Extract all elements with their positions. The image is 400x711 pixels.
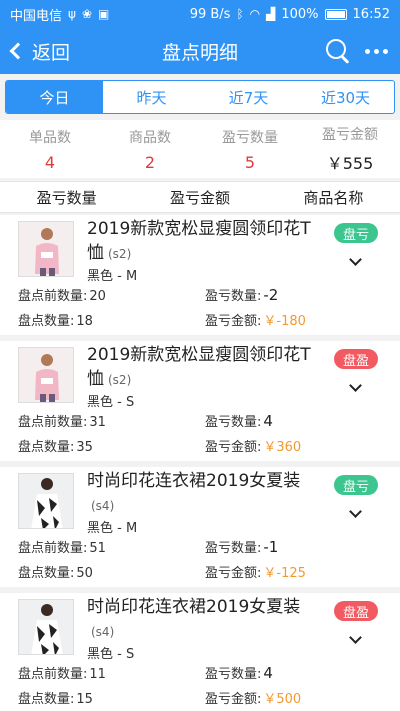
tab-last-30-days[interactable]: 近30天 <box>297 81 394 113</box>
after-qty: 盘点数量: 35 <box>18 440 93 455</box>
tab-last-7-days[interactable]: 近7天 <box>200 81 297 113</box>
summary-label: 盈亏金额 <box>322 127 378 143</box>
product-spec: 黑色 - M <box>87 521 138 536</box>
list-item[interactable]: 时尚印花连衣裙2019女夏装 (s4) 黑色 - M 盘亏 盘点前数量: 51 盘点… <box>0 467 400 587</box>
inventory-list: 2019新款宽松显瘦圆领印花T恤 (s2) 黑色 - M 盘亏 盘点前数量: 20 … <box>0 215 400 711</box>
product-image <box>18 599 74 655</box>
wifi-icon: ◠ <box>249 7 261 21</box>
diff-amount: 盈亏金额: ￥-180 <box>205 314 306 329</box>
battery-icon <box>324 8 347 20</box>
product-image <box>18 473 74 529</box>
back-label: 返回 <box>32 41 71 64</box>
search-icon[interactable] <box>325 38 351 64</box>
product-spec: 黑色 - S <box>87 395 135 410</box>
product-image <box>18 347 74 403</box>
clock: 16:52 <box>352 6 390 22</box>
chevron-left-icon <box>9 42 27 60</box>
network-speed: 99 B/s <box>189 6 231 22</box>
summary-value: ￥555 <box>326 154 374 173</box>
summary-value: 4 <box>44 152 56 172</box>
summary-sku-count: 单品数 4 <box>0 120 100 178</box>
diff-qty: 盈亏数量: -2 <box>205 286 279 304</box>
date-range-tabs: 今日 昨天 近7天 近30天 <box>5 80 395 114</box>
nav-bar: 返回 盘点明细 <box>0 28 400 74</box>
after-qty: 盘点数量: 50 <box>18 566 93 581</box>
before-qty: 盘点前数量: 31 <box>18 415 106 430</box>
summary-diff-amount: 盈亏金额 ￥555 <box>300 120 400 178</box>
sort-by-product-name[interactable]: 商品名称 <box>267 182 400 212</box>
list-item[interactable]: 2019新款宽松显瘦圆领印花T恤 (s2) 黑色 - S 盘盈 盘点前数量: 31 … <box>0 341 400 461</box>
list-item[interactable]: 2019新款宽松显瘦圆领印花T恤 (s2) 黑色 - M 盘亏 盘点前数量: 20 … <box>0 215 400 335</box>
before-qty: 盘点前数量: 11 <box>18 667 106 682</box>
product-name: 时尚印花连衣裙2019女夏装 (s4) <box>87 597 301 639</box>
summary-diff-qty: 盈亏数量 5 <box>200 120 300 178</box>
summary-panel: 单品数 4 商品数 2 盈亏数量 5 盈亏金额 ￥555 <box>0 120 400 178</box>
summary-value: 5 <box>244 152 256 172</box>
diff-qty: 盈亏数量: -1 <box>205 538 279 556</box>
product-spec: 黑色 - S <box>87 647 135 662</box>
diff-amount: 盈亏金额: ￥360 <box>205 440 302 455</box>
list-item[interactable]: 时尚印花连衣裙2019女夏装 (s4) 黑色 - S 盘盈 盘点前数量: 11 盘点… <box>0 593 400 711</box>
huawei-icon: ❀ <box>81 7 92 21</box>
battery-percent: 100% <box>281 6 319 22</box>
diff-qty: 盈亏数量: 4 <box>205 664 273 682</box>
sort-by-diff-amount[interactable]: 盈亏金额 <box>133 182 266 212</box>
product-code: (s2) <box>108 247 132 261</box>
product-spec: 黑色 - M <box>87 269 138 284</box>
status-badge: 盘盈 <box>334 349 378 369</box>
diff-amount: 盈亏金额: ￥-125 <box>205 566 306 581</box>
diff-amount: 盈亏金额: ￥500 <box>205 692 302 707</box>
summary-label: 商品数 <box>129 129 171 146</box>
diff-qty: 盈亏数量: 4 <box>205 412 273 430</box>
message-icon: ▣ <box>98 7 110 21</box>
chevron-down-icon[interactable] <box>349 253 362 266</box>
sort-bar: 盈亏数量 盈亏金额 商品名称 <box>0 181 400 213</box>
status-badge: 盘亏 <box>334 223 378 243</box>
bluetooth-icon: ᛒ <box>236 7 244 21</box>
status-badge: 盘亏 <box>334 475 378 495</box>
sort-by-diff-qty[interactable]: 盈亏数量 <box>0 182 133 212</box>
product-name: 时尚印花连衣裙2019女夏装 (s4) <box>87 471 301 513</box>
carrier-label: 中国电信 <box>10 8 63 24</box>
usb-icon: ψ <box>68 7 76 21</box>
signal-icon: ▟ <box>266 7 276 21</box>
tab-today[interactable]: 今日 <box>6 81 103 113</box>
after-qty: 盘点数量: 15 <box>18 692 93 707</box>
product-name: 2019新款宽松显瘦圆领印花T恤 (s2) <box>87 345 311 389</box>
summary-label: 盈亏数量 <box>222 129 278 146</box>
product-code: (s4) <box>91 625 115 639</box>
chevron-down-icon[interactable] <box>349 379 362 392</box>
product-name: 2019新款宽松显瘦圆领印花T恤 (s2) <box>87 219 311 263</box>
summary-label: 单品数 <box>29 129 71 146</box>
status-bar: 中国电信 ψ ❀ ▣ 99 B/s ᛒ ◠ ▟ 100% 16:52 <box>0 0 400 28</box>
tab-yesterday[interactable]: 昨天 <box>103 81 200 113</box>
before-qty: 盘点前数量: 20 <box>18 289 106 304</box>
summary-value: 2 <box>144 152 156 172</box>
product-code: (s2) <box>108 373 132 387</box>
before-qty: 盘点前数量: 51 <box>18 541 106 556</box>
status-badge: 盘盈 <box>334 601 378 621</box>
product-image <box>18 221 74 277</box>
product-code: (s4) <box>91 499 115 513</box>
more-icon[interactable] <box>365 48 388 54</box>
back-button[interactable]: 返回 <box>0 38 110 65</box>
chevron-down-icon[interactable] <box>349 505 362 518</box>
summary-product-count: 商品数 2 <box>100 120 200 178</box>
after-qty: 盘点数量: 18 <box>18 314 93 329</box>
chevron-down-icon[interactable] <box>349 631 362 644</box>
